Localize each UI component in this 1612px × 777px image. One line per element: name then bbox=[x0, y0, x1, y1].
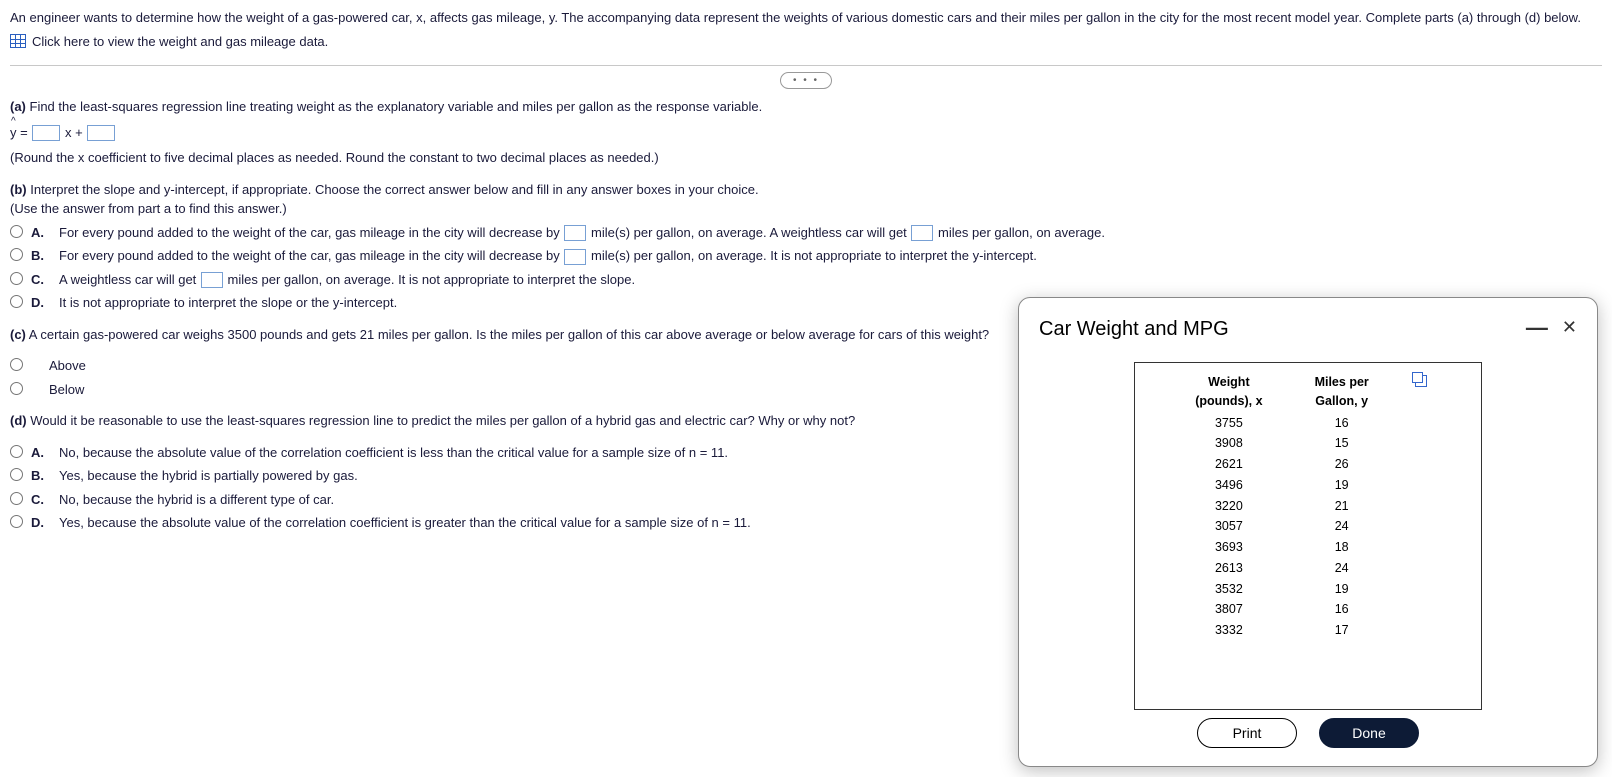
option-b-a-input1[interactable] bbox=[564, 225, 586, 241]
section-divider bbox=[10, 65, 1602, 66]
view-data-link[interactable]: Click here to view the weight and gas mi… bbox=[10, 32, 1602, 52]
option-b-a-post: miles per gallon, on average. bbox=[938, 225, 1105, 240]
data-table-frame: Weight(pounds), x Miles perGallon, y 375… bbox=[1134, 362, 1482, 710]
option-letter: A. bbox=[31, 443, 49, 463]
intercept-input[interactable] bbox=[87, 125, 115, 141]
problem-intro: An engineer wants to determine how the w… bbox=[10, 8, 1602, 28]
option-d-b-radio[interactable] bbox=[10, 468, 23, 481]
data-table-body: 3755163908152621263496193220213057243693… bbox=[1169, 413, 1447, 641]
option-letter: D. bbox=[31, 293, 49, 313]
table-row: 380716 bbox=[1169, 599, 1447, 620]
minimize-icon[interactable]: — bbox=[1526, 323, 1548, 333]
done-button[interactable]: Done bbox=[1319, 718, 1419, 748]
option-letter: B. bbox=[31, 246, 49, 266]
part-b: (b) Interpret the slope and y-intercept,… bbox=[10, 180, 1602, 313]
copy-icon[interactable] bbox=[1415, 375, 1427, 387]
option-b-b-post: mile(s) per gallon, on average. It is no… bbox=[591, 248, 1037, 263]
part-b-label: (b) bbox=[10, 182, 27, 197]
data-table: Weight(pounds), x Miles perGallon, y 375… bbox=[1169, 371, 1447, 641]
option-b-b-pre: For every pound added to the weight of t… bbox=[59, 248, 563, 263]
option-b-a-input2[interactable] bbox=[911, 225, 933, 241]
table-row: 349619 bbox=[1169, 475, 1447, 496]
eq-x-plus: x + bbox=[65, 125, 83, 140]
option-b-c-post: miles per gallon, on average. It is not … bbox=[228, 272, 636, 287]
more-button[interactable]: • • • bbox=[780, 72, 832, 89]
option-letter: D. bbox=[31, 513, 49, 533]
option-b-d-radio[interactable] bbox=[10, 295, 23, 308]
option-b-a-pre: For every pound added to the weight of t… bbox=[59, 225, 563, 240]
regression-equation: ^y = x + bbox=[10, 123, 1602, 143]
option-c-above-radio[interactable] bbox=[10, 358, 23, 371]
part-d-text: Would it be reasonable to use the least-… bbox=[27, 413, 856, 428]
part-b-text: Interpret the slope and y-intercept, if … bbox=[27, 182, 759, 197]
col-weight-header: Weight(pounds), x bbox=[1169, 371, 1288, 413]
option-letter: C. bbox=[31, 270, 49, 290]
option-b-c-pre: A weightless car will get bbox=[59, 272, 200, 287]
option-letter: B. bbox=[31, 466, 49, 486]
print-button[interactable]: Print bbox=[1197, 718, 1297, 748]
table-row: 369318 bbox=[1169, 537, 1447, 558]
table-row: 305724 bbox=[1169, 516, 1447, 537]
option-b-a-radio[interactable] bbox=[10, 225, 23, 238]
part-a: (a) Find the least-squares regression li… bbox=[10, 97, 1602, 168]
option-b-c-radio[interactable] bbox=[10, 272, 23, 285]
option-b-b-input[interactable] bbox=[564, 249, 586, 265]
table-row: 390815 bbox=[1169, 433, 1447, 454]
option-d-c-radio[interactable] bbox=[10, 492, 23, 505]
option-b-b-radio[interactable] bbox=[10, 248, 23, 261]
data-popup: Car Weight and MPG — ✕ Weight(pounds), x… bbox=[1018, 297, 1598, 767]
part-a-label: (a) bbox=[10, 99, 26, 114]
table-row: 262126 bbox=[1169, 454, 1447, 475]
table-icon bbox=[10, 34, 26, 48]
part-a-hint: (Round the x coefficient to five decimal… bbox=[10, 148, 1602, 168]
option-letter: C. bbox=[31, 490, 49, 510]
option-d-a-radio[interactable] bbox=[10, 445, 23, 458]
option-letter: A. bbox=[31, 223, 49, 243]
part-d-label: (d) bbox=[10, 413, 27, 428]
close-icon[interactable]: ✕ bbox=[1562, 314, 1577, 341]
option-b-c-input[interactable] bbox=[201, 272, 223, 288]
option-d-d-radio[interactable] bbox=[10, 515, 23, 528]
option-c-below-radio[interactable] bbox=[10, 382, 23, 395]
part-b-hint: (Use the answer from part a to find this… bbox=[10, 199, 1602, 219]
table-row: 333217 bbox=[1169, 620, 1447, 641]
option-b-a-mid: mile(s) per gallon, on average. A weight… bbox=[591, 225, 910, 240]
slope-input[interactable] bbox=[32, 125, 60, 141]
table-row: 353219 bbox=[1169, 579, 1447, 600]
table-row: 375516 bbox=[1169, 413, 1447, 434]
table-row: 322021 bbox=[1169, 496, 1447, 517]
part-c-label: (c) bbox=[10, 327, 26, 342]
col-mpg-header: Miles perGallon, y bbox=[1289, 371, 1395, 413]
popup-title: Car Weight and MPG bbox=[1039, 314, 1229, 344]
table-row: 261324 bbox=[1169, 558, 1447, 579]
part-c-text: A certain gas-powered car weighs 3500 po… bbox=[26, 327, 989, 342]
part-a-text: Find the least-squares regression line t… bbox=[26, 99, 762, 114]
view-data-text: Click here to view the weight and gas mi… bbox=[32, 32, 328, 52]
